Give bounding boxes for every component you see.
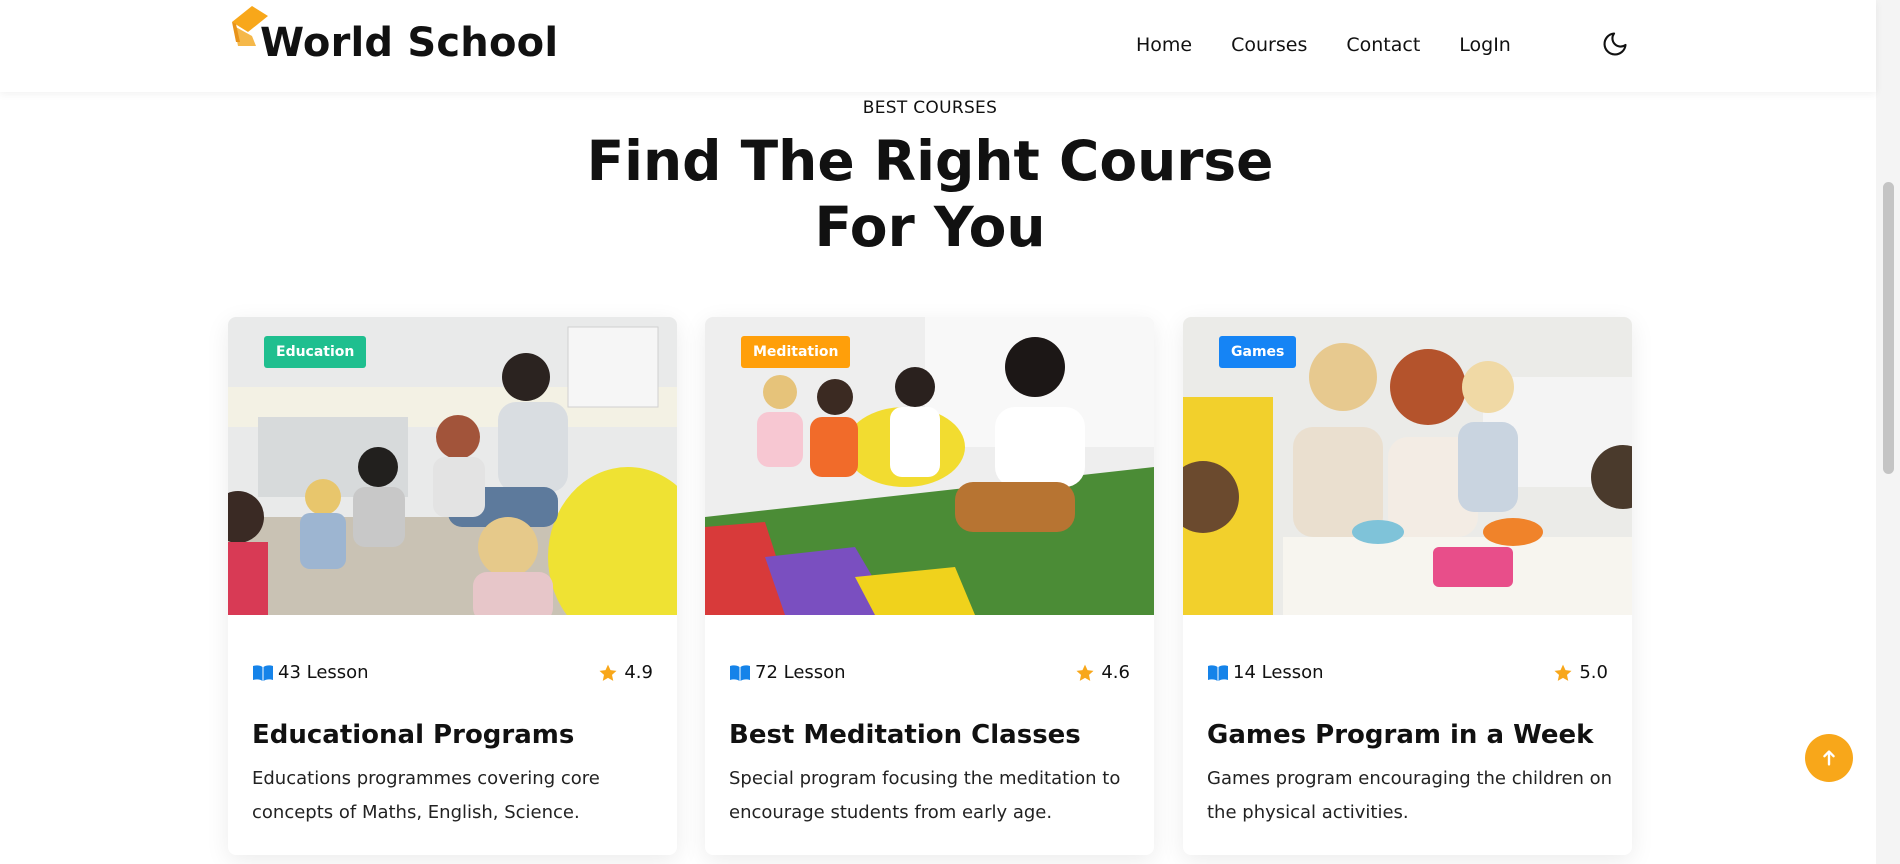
lesson-count: 14 Lesson: [1207, 662, 1324, 683]
course-description: Educations programmes covering core conc…: [252, 768, 600, 823]
nav-login[interactable]: LogIn: [1459, 34, 1511, 56]
section-title-line-1: Find The Right Course: [586, 129, 1274, 193]
course-title[interactable]: Games Program in a Week: [1207, 720, 1593, 750]
main-nav: Home Courses Contact LogIn: [1136, 34, 1511, 56]
course-meta: 43 Lesson 4.9: [252, 662, 653, 688]
site-header: World School Home Courses Contact LogIn: [0, 0, 1876, 92]
category-badge[interactable]: Games: [1219, 336, 1297, 368]
arrow-up-icon: [1823, 750, 1835, 766]
book-icon: [1208, 664, 1228, 681]
lesson-count-text: 43 Lesson: [278, 662, 369, 683]
rating-value: 4.9: [624, 662, 653, 683]
course-image: Education: [228, 317, 677, 615]
star-icon: [1076, 664, 1094, 681]
moon-icon[interactable]: [1601, 30, 1629, 58]
course-description: Games program encouraging the children o…: [1207, 768, 1613, 823]
lesson-count-text: 14 Lesson: [1233, 662, 1324, 683]
scrollbar-thumb[interactable]: [1883, 182, 1894, 474]
star-icon: [599, 664, 617, 681]
course-rating: 5.0: [1553, 662, 1608, 683]
book-icon: [253, 664, 273, 681]
course-description: Special program focusing the meditation …: [729, 768, 1121, 823]
nav-contact[interactable]: Contact: [1346, 34, 1420, 56]
section-title-line-2: For You: [814, 195, 1046, 259]
nav-courses[interactable]: Courses: [1231, 34, 1307, 56]
course-card-education[interactable]: Education 43 Lesson 4.9 Educational Prog…: [228, 317, 677, 855]
category-badge[interactable]: Education: [264, 336, 367, 368]
course-image: Meditation: [705, 317, 1154, 615]
course-meta: 72 Lesson 4.6: [729, 662, 1130, 688]
course-card-games[interactable]: Games 14 Lesson 5.0 Games Program in a W…: [1183, 317, 1632, 855]
course-title[interactable]: Educational Programs: [252, 720, 574, 750]
course-image: Games: [1183, 317, 1632, 615]
category-badge[interactable]: Meditation: [741, 336, 851, 368]
rating-value: 4.6: [1101, 662, 1130, 683]
section-title: Find The Right Course For You: [0, 128, 1860, 260]
course-title[interactable]: Best Meditation Classes: [729, 720, 1081, 750]
section-kicker: BEST COURSES: [862, 98, 998, 118]
course-rating: 4.9: [598, 662, 653, 683]
course-meta: 14 Lesson 5.0: [1207, 662, 1608, 688]
page-scrollbar[interactable]: [1876, 0, 1900, 864]
star-icon: [1554, 664, 1572, 681]
nav-home[interactable]: Home: [1136, 34, 1192, 56]
course-card-meditation[interactable]: Meditation 72 Lesson 4.6 Best Meditation…: [705, 317, 1154, 855]
lesson-count: 43 Lesson: [252, 662, 369, 683]
lesson-count: 72 Lesson: [729, 662, 846, 683]
course-rating: 4.6: [1075, 662, 1130, 683]
lesson-count-text: 72 Lesson: [755, 662, 846, 683]
book-icon: [730, 664, 750, 681]
rating-value: 5.0: [1579, 662, 1608, 683]
back-to-top-button[interactable]: [1805, 734, 1853, 782]
brand-name: World School: [260, 20, 559, 66]
